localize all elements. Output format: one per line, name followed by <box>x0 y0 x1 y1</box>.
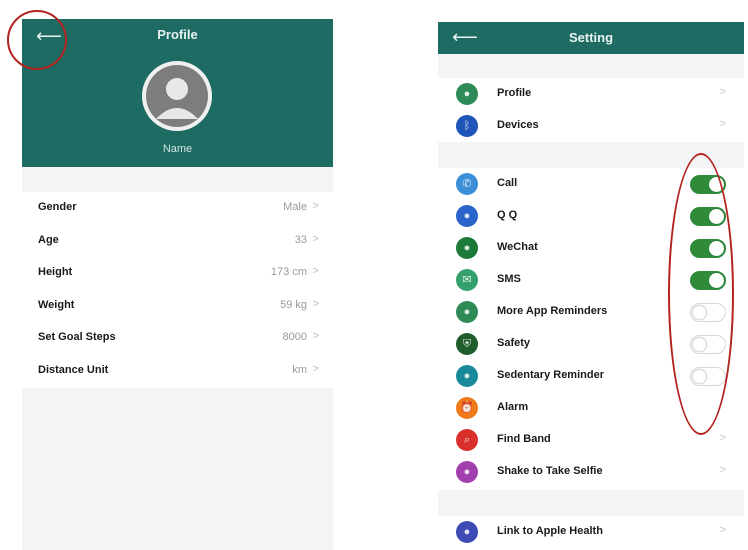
sedentary-icon: ● <box>456 365 478 387</box>
list-item[interactable]: Set Goal Steps 8000 > <box>22 322 333 355</box>
more-app-reminders-toggle[interactable] <box>690 303 726 322</box>
row-label: Distance Unit <box>38 363 109 376</box>
person-silhouette-icon <box>146 65 208 127</box>
row-value: 33 <box>294 233 307 246</box>
row-value: Male <box>283 201 307 213</box>
settings-item-safety[interactable]: ⛨ Safety <box>438 328 744 360</box>
item-label: Shake to Take Selfie <box>497 465 603 477</box>
toggle-knob <box>692 305 707 320</box>
avatar[interactable] <box>142 61 212 131</box>
item-label: Alarm <box>497 401 529 413</box>
row-label: Weight <box>38 298 75 311</box>
list-item[interactable]: Distance Unit km > <box>22 355 333 388</box>
sedentary-reminder-toggle[interactable] <box>690 367 726 386</box>
item-label: Q Q <box>497 209 518 221</box>
call-toggle[interactable] <box>690 175 726 194</box>
item-label: More App Reminders <box>497 305 608 317</box>
list-item[interactable]: Height 173 cm > <box>22 257 333 290</box>
page-title: Profile <box>157 27 198 42</box>
item-label: Find Band <box>497 433 551 445</box>
setting-header: ⟵ Setting <box>438 22 744 54</box>
phone-icon: ✆ <box>456 173 478 195</box>
settings-group: ● Profile > ᛒ Devices > <box>438 78 744 142</box>
profile-header: ⟵ Profile Name <box>22 19 333 167</box>
settings-item-qq[interactable]: ● Q Q <box>438 200 744 232</box>
camera-icon: ● <box>456 461 478 483</box>
chevron-right-icon: > <box>719 86 726 98</box>
settings-item-apple-health[interactable]: ● Link to Apple Health > <box>438 516 744 548</box>
chevron-right-icon: > <box>312 232 319 245</box>
settings-item-sedentary-reminder[interactable]: ● Sedentary Reminder <box>438 360 744 392</box>
wechat-toggle[interactable] <box>690 239 726 258</box>
row-label: Set Goal Steps <box>38 331 116 344</box>
profile-name[interactable]: Name <box>22 143 333 155</box>
chevron-right-icon: > <box>312 200 319 212</box>
settings-item-devices[interactable]: ᛒ Devices > <box>438 110 744 142</box>
chevron-right-icon: > <box>312 297 319 310</box>
settings-item-call[interactable]: ✆ Call <box>438 168 744 200</box>
row-value: km <box>292 363 307 376</box>
list-item[interactable]: Weight 59 kg > <box>22 290 333 323</box>
settings-group: ✆ Call ● Q Q ● WeChat ✉ SMS ● More App R… <box>438 168 744 490</box>
item-label: Devices <box>497 119 539 131</box>
alarm-icon: ⏰ <box>456 397 478 419</box>
chevron-right-icon: > <box>719 432 726 444</box>
wechat-icon: ● <box>456 237 478 259</box>
item-label: Call <box>497 177 518 189</box>
search-icon: ⌕ <box>456 429 478 451</box>
safety-toggle[interactable] <box>690 335 726 354</box>
sms-toggle[interactable] <box>690 271 726 290</box>
bluetooth-icon: ᛒ <box>456 115 478 137</box>
item-label: SMS <box>497 273 521 285</box>
chevron-right-icon: > <box>719 464 726 476</box>
settings-group: ● Link to Apple Health > <box>438 516 744 548</box>
person-icon: ● <box>456 83 478 105</box>
settings-item-sms[interactable]: ✉ SMS <box>438 264 744 296</box>
list-item[interactable]: Gender Male > <box>22 192 333 225</box>
profile-list: Gender Male > Age 33 > Height 173 cm > W… <box>22 192 333 388</box>
chevron-right-icon: > <box>719 118 726 130</box>
toggle-knob <box>709 177 724 192</box>
item-label: Link to Apple Health <box>497 525 603 537</box>
row-value: 59 kg <box>280 298 307 311</box>
settings-item-alarm[interactable]: ⏰ Alarm <box>438 392 744 424</box>
qq-icon: ● <box>456 205 478 227</box>
list-item[interactable]: Age 33 > <box>22 225 333 258</box>
page-title: Setting <box>568 30 614 45</box>
app-icon: ● <box>456 301 478 323</box>
item-label: Profile <box>497 87 532 99</box>
row-value: 173 cm <box>270 266 307 279</box>
toggle-knob <box>709 273 724 288</box>
shield-icon: ⛨ <box>456 333 478 355</box>
toggle-knob <box>709 241 724 256</box>
settings-item-more-app-reminders[interactable]: ● More App Reminders <box>438 296 744 328</box>
toggle-knob <box>692 337 707 352</box>
row-label: Age <box>38 233 59 246</box>
chevron-right-icon: > <box>312 330 319 343</box>
qq-toggle[interactable] <box>690 207 726 226</box>
profile-screen: ⟵ Profile Name Gender Male > Age 33 > He… <box>22 19 333 550</box>
toggle-knob <box>709 209 724 224</box>
chevron-right-icon: > <box>719 524 726 536</box>
item-label: Safety <box>497 337 531 349</box>
settings-item-wechat[interactable]: ● WeChat <box>438 232 744 264</box>
item-label: Sedentary Reminder <box>497 369 604 381</box>
settings-item-find-band[interactable]: ⌕ Find Band > <box>438 424 744 456</box>
chevron-right-icon: > <box>312 362 319 375</box>
settings-item-profile[interactable]: ● Profile > <box>438 78 744 110</box>
row-label: Height <box>38 266 73 279</box>
row-value: 8000 <box>282 331 307 344</box>
item-label: WeChat <box>497 241 538 253</box>
setting-screen: ⟵ Setting ● Profile > ᛒ Devices > ✆ Call… <box>438 22 744 548</box>
settings-item-shake-selfie[interactable]: ● Shake to Take Selfie > <box>438 456 744 488</box>
chevron-right-icon: > <box>312 265 319 278</box>
health-icon: ● <box>456 521 478 543</box>
row-label: Gender <box>38 201 77 213</box>
toggle-knob <box>692 369 707 384</box>
message-icon: ✉ <box>456 269 478 291</box>
